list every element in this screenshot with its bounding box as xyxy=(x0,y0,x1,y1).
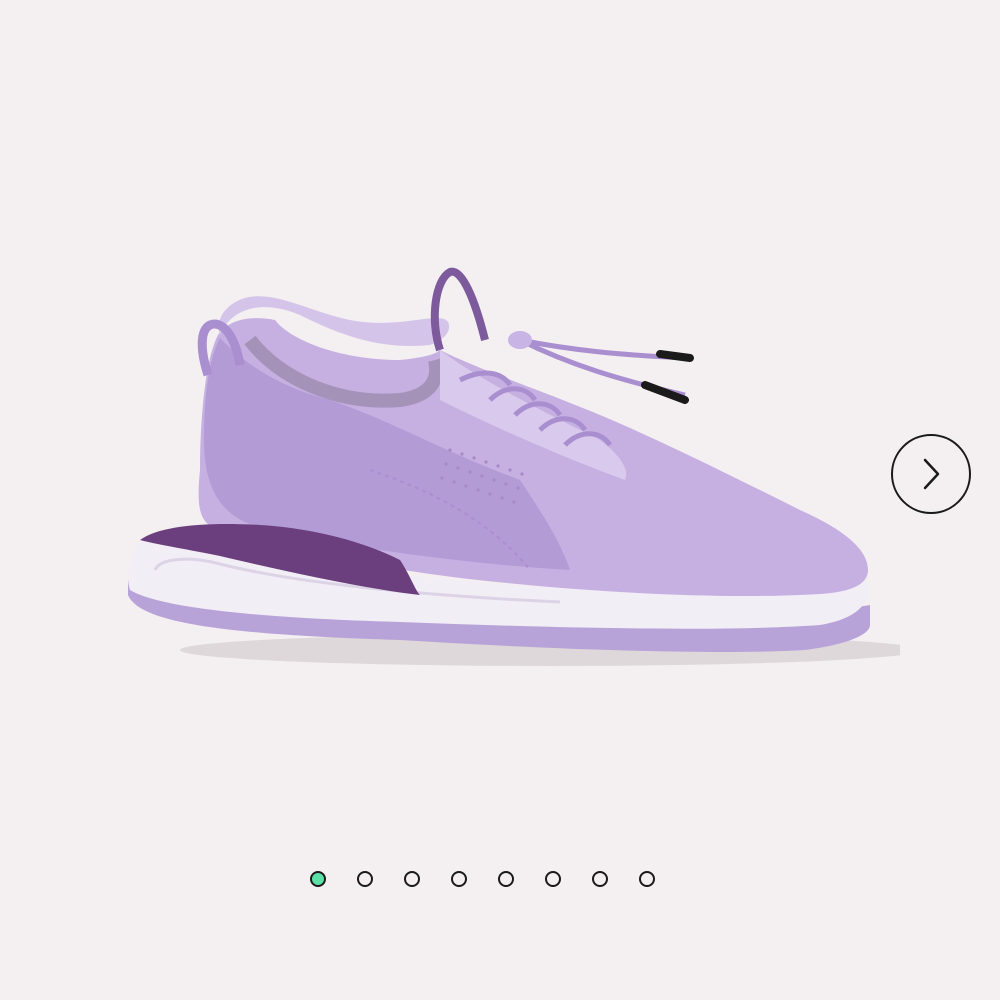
pagination-dot-6[interactable] xyxy=(545,871,561,887)
product-image-lavender-sneaker xyxy=(128,267,900,666)
pagination-dot-1[interactable] xyxy=(310,871,326,887)
pagination-dot-3[interactable] xyxy=(404,871,420,887)
pagination-dot-2[interactable] xyxy=(357,871,373,887)
pagination-dot-8[interactable] xyxy=(639,871,655,887)
chevron-right-icon xyxy=(923,458,940,490)
pagination-dot-4[interactable] xyxy=(451,871,467,887)
lace-toggle xyxy=(508,331,532,349)
gallery-pagination-dots xyxy=(310,871,655,887)
product-image-gallery xyxy=(0,0,1000,1000)
next-image-button[interactable] xyxy=(891,434,971,514)
pagination-dot-7[interactable] xyxy=(592,871,608,887)
pagination-dot-5[interactable] xyxy=(498,871,514,887)
